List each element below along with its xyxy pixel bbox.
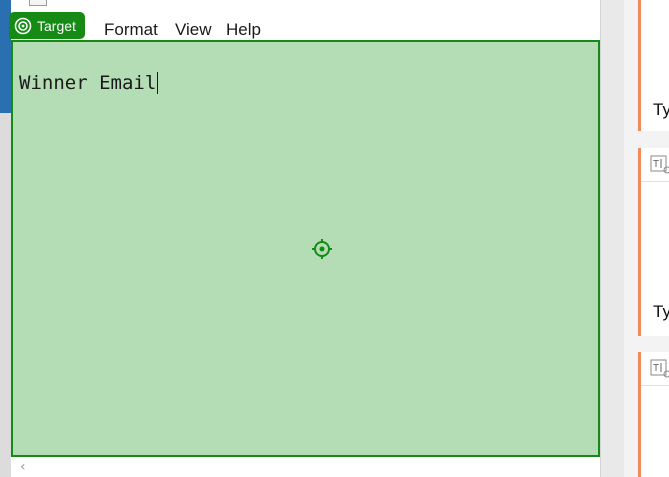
taskbar-edge <box>0 113 11 477</box>
field-card[interactable]: T <box>638 352 669 477</box>
target-label: Target <box>37 18 76 34</box>
menu-view[interactable]: View <box>175 21 212 39</box>
target-badge: Target <box>9 12 85 39</box>
field-card[interactable]: Ty <box>638 0 669 131</box>
right-panel: Ty T Ty T <box>624 0 669 477</box>
editor-text: Winner Email <box>19 72 157 94</box>
desktop-background <box>0 0 11 477</box>
crosshair-icon <box>312 239 332 259</box>
horizontal-scrollbar[interactable]: ‹ <box>11 457 600 477</box>
notepad-window: t Format View Help Winner Email ‹ <box>11 0 600 477</box>
card-divider <box>641 385 669 386</box>
menu-format[interactable]: Format <box>104 21 158 39</box>
text-caret <box>157 72 159 94</box>
svg-text:T: T <box>653 159 659 170</box>
field-card-label: Ty <box>653 302 669 321</box>
target-icon <box>14 17 32 35</box>
menu-bar: t Format View Help <box>11 14 600 40</box>
text-editor-area[interactable]: Winner Email <box>11 40 600 457</box>
window-divider <box>600 0 624 477</box>
svg-text:T: T <box>653 363 659 374</box>
text-field-icon: T <box>650 359 669 378</box>
field-card-label: Ty <box>653 100 669 119</box>
text-field-icon: T <box>650 155 669 174</box>
menu-help[interactable]: Help <box>226 21 261 39</box>
field-card[interactable]: T Ty <box>638 148 669 336</box>
scroll-left-icon[interactable]: ‹ <box>20 459 26 475</box>
notepad-icon <box>29 0 47 6</box>
editor-content: Winner Email <box>19 72 159 94</box>
title-bar <box>11 0 600 14</box>
card-divider <box>641 181 669 182</box>
